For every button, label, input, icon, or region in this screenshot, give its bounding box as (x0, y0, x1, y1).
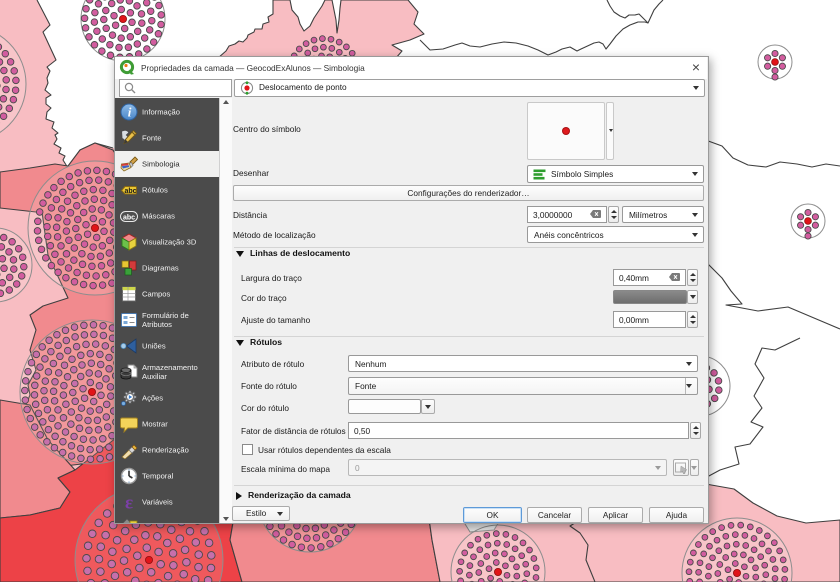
svg-text:abc: abc (123, 214, 135, 221)
svg-text:ε: ε (125, 493, 133, 511)
svg-text:abc: abc (124, 188, 136, 195)
svg-text:i: i (128, 105, 132, 120)
